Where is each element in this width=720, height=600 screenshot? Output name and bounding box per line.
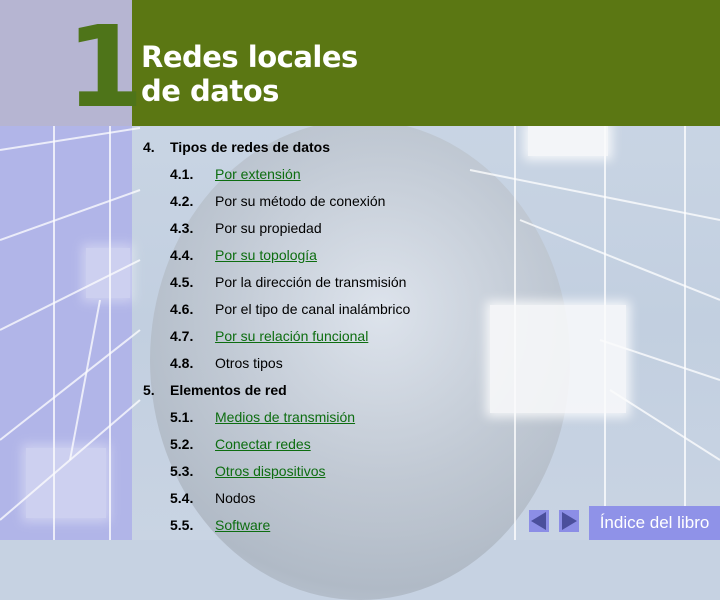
toc-item-number: 5.1. <box>170 409 194 425</box>
toc-item-label: Por la dirección de transmisión <box>215 274 407 290</box>
previous-page-button[interactable] <box>529 510 549 532</box>
toc-item-number: 4.8. <box>170 355 194 371</box>
toc-section-label: Tipos de redes de datos <box>170 139 331 155</box>
page-title: Redes locales de datos <box>141 40 358 108</box>
triangle-right-icon <box>562 512 577 530</box>
title-line-1: Redes locales <box>141 40 358 74</box>
toc-section-number: 4. <box>143 139 155 155</box>
toc-item-number: 4.3. <box>170 220 194 236</box>
toc-item-number: 4.7. <box>170 328 194 344</box>
chapter-number: 1 <box>66 3 144 133</box>
toc-item-label: Nodos <box>215 490 256 506</box>
title-line-2: de datos <box>141 74 279 108</box>
toc-item-link[interactable]: Conectar redes <box>215 436 311 452</box>
toc-item-number: 5.5. <box>170 517 194 533</box>
toc-item-number: 5.2. <box>170 436 194 452</box>
toc-item-number: 4.4. <box>170 247 194 263</box>
toc-item-link[interactable]: Por extensión <box>215 166 301 182</box>
toc-item-link[interactable]: Otros dispositivos <box>215 463 325 479</box>
monitor-illustration-left <box>86 248 130 298</box>
monitor-illustration-top <box>528 126 608 156</box>
toc-item-link[interactable]: Por su topología <box>215 247 317 263</box>
toc-section-label: Elementos de red <box>170 382 287 398</box>
book-index-button[interactable]: Índice del libro <box>589 506 720 540</box>
monitor-illustration-bottom-left <box>26 448 106 518</box>
toc-item-number: 5.4. <box>170 490 194 506</box>
monitor-illustration-people <box>490 305 626 413</box>
toc-item-label: Por su propiedad <box>215 220 322 236</box>
toc-item-link[interactable]: Software <box>215 517 270 533</box>
triangle-left-icon <box>531 512 546 530</box>
toc-item-link[interactable]: Medios de transmisión <box>215 409 355 425</box>
toc-item-label: Otros tipos <box>215 355 283 371</box>
toc-item-number: 4.6. <box>170 301 194 317</box>
toc-item-number: 4.2. <box>170 193 194 209</box>
toc-section-number: 5. <box>143 382 155 398</box>
toc-item-number: 4.1. <box>170 166 194 182</box>
toc-item-number: 4.5. <box>170 274 194 290</box>
toc-item-label: Por el tipo de canal inalámbrico <box>215 301 411 317</box>
toc-item-number: 5.3. <box>170 463 194 479</box>
toc-item-label: Por su método de conexión <box>215 193 386 209</box>
next-page-button[interactable] <box>559 510 579 532</box>
toc-item-link[interactable]: Por su relación funcional <box>215 328 368 344</box>
